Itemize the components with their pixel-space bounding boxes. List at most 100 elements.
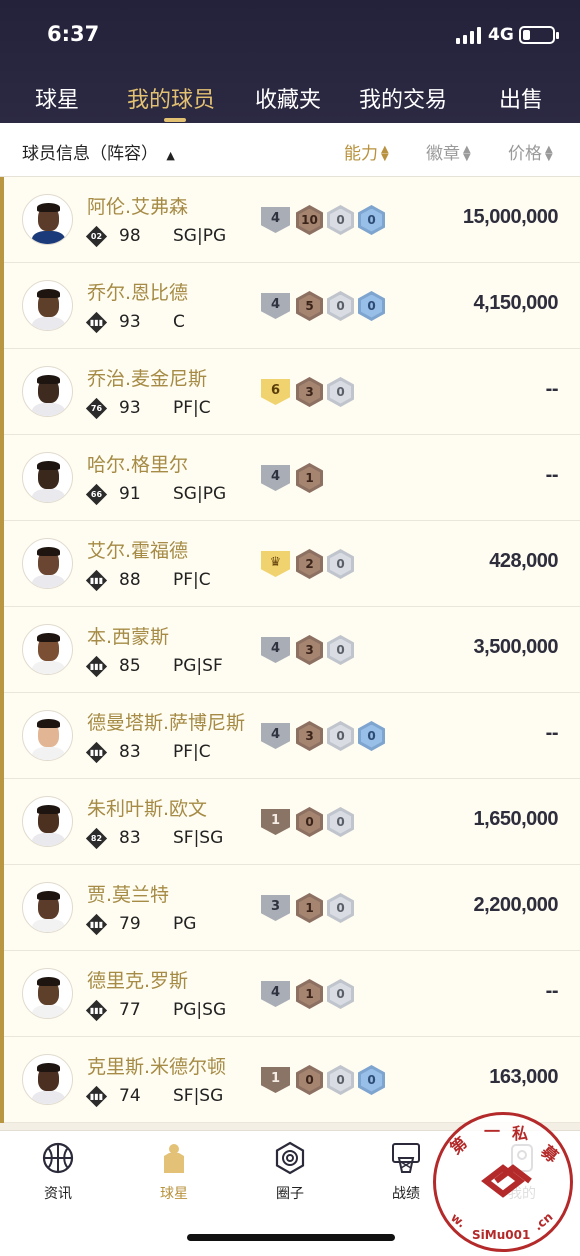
row-accent-bar [0, 865, 4, 951]
tab-my-trades[interactable]: 我的交易 [359, 82, 447, 114]
svg-text:.cn: .cn [531, 1210, 555, 1234]
badge-hex: 0 [327, 807, 354, 837]
player-row[interactable]: 艾尔.霍福德 ▮▮▮ 88 PF|C ♛ 2 0 428,000 [0, 521, 580, 607]
player-row[interactable]: 哈尔.格里尔 66 91 SG|PG 4 1 -- [0, 435, 580, 521]
svg-text:私: 私 [512, 1124, 528, 1143]
player-price: 3,500,000 [473, 636, 559, 658]
tab-favorites[interactable]: 收藏夹 [255, 82, 321, 114]
lineup-filter-dropdown[interactable]: 球员信息（阵容） ▲ [22, 139, 175, 164]
sort-price-label: 价格 [508, 144, 542, 164]
nav-stars[interactable]: 球星 [134, 1141, 214, 1203]
player-price: 15,000,000 [462, 206, 559, 228]
jersey-number-tag: 66 [90, 490, 103, 499]
player-name: 朱利叶斯.欧文 [87, 798, 208, 820]
player-row[interactable]: 德里克.罗斯 ▮▮▮ 77 PG|SG 4 1 0 -- [0, 951, 580, 1037]
player-name: 哈尔.格里尔 [87, 454, 189, 476]
nav-news[interactable]: 资讯 [18, 1141, 98, 1203]
badge-hex: 0 [358, 205, 385, 235]
player-price: -- [545, 980, 559, 1002]
player-rating: 98 [119, 226, 141, 246]
player-name: 德曼塔斯.萨博尼斯 [87, 712, 246, 734]
player-avatar [22, 968, 73, 1019]
tab-sell[interactable]: 出售 [499, 82, 543, 114]
player-position: SF|SG [173, 828, 224, 848]
player-avatar [22, 452, 73, 503]
player-price: 1,650,000 [473, 808, 559, 830]
level-badge: 1 [261, 809, 290, 835]
player-row[interactable]: 克里斯.米德尔顿 ▮▮▮ 74 SF|SG 1 0 0 0 163,000 [0, 1037, 580, 1123]
level-badge: 4 [261, 207, 290, 233]
player-rating: 91 [119, 484, 141, 504]
tab-stars[interactable]: 球星 [35, 82, 79, 114]
battery-icon [519, 26, 559, 44]
player-rating: 93 [119, 312, 141, 332]
row-accent-bar [0, 349, 4, 435]
player-rating: 83 [119, 828, 141, 848]
player-price: 2,200,000 [473, 894, 559, 916]
player-position: PF|C [173, 742, 211, 762]
player-name: 本.西蒙斯 [87, 626, 170, 648]
badge-hex: 0 [327, 377, 354, 407]
player-name: 阿伦.艾弗森 [87, 196, 189, 218]
player-row[interactable]: 德曼塔斯.萨博尼斯 ▮▮▮ 83 PF|C 4 3 0 0 -- [0, 693, 580, 779]
app-header: 6:37 4G 球星 我的球员 收藏夹 我的交易 出售 [0, 0, 580, 123]
player-price: 428,000 [489, 550, 558, 572]
row-accent-bar [0, 1037, 4, 1123]
player-name: 贾.莫兰特 [87, 884, 170, 906]
level-badge: 4 [261, 465, 290, 491]
player-position: PG|SF [173, 656, 223, 676]
badge-hex: 1 [296, 463, 323, 493]
sort-arrows-icon: ▲ ▼ [463, 144, 471, 163]
player-rating: 88 [119, 570, 141, 590]
signal-icon [456, 27, 481, 44]
player-jersey-icon [157, 1141, 191, 1175]
player-row[interactable]: 本.西蒙斯 ▮▮▮ 85 PG|SF 4 3 0 3,500,000 [0, 607, 580, 693]
row-accent-bar [0, 951, 4, 1037]
sort-ability[interactable]: 能力 ▲ ▼ [344, 139, 389, 164]
watermark-seal: 第 一 私 募 w. SiMu001 .cn [433, 1112, 573, 1252]
sort-arrows-icon: ▲ ▼ [545, 144, 553, 163]
bars-icon: ▮▮▮ [89, 576, 104, 585]
player-row[interactable]: 乔治.麦金尼斯 76 93 PF|C 6 3 0 -- [0, 349, 580, 435]
badge-hex: 0 [327, 893, 354, 923]
player-avatar [22, 710, 73, 761]
svg-text:募: 募 [537, 1141, 563, 1167]
svg-text:一: 一 [484, 1122, 500, 1141]
player-name: 德里克.罗斯 [87, 970, 189, 992]
sort-price[interactable]: 价格 ▲ ▼ [508, 139, 553, 164]
player-name: 乔尔.恩比德 [87, 282, 189, 304]
jersey-number-tag: 02 [90, 232, 103, 241]
tab-my-players[interactable]: 我的球员 [127, 82, 215, 114]
badge-hex: 0 [327, 721, 354, 751]
level-badge: 4 [261, 723, 290, 749]
nav-stars-label: 球星 [160, 1186, 188, 1202]
player-rating: 77 [119, 1000, 141, 1020]
nav-community[interactable]: 圈子 [250, 1141, 330, 1203]
player-row[interactable]: 贾.莫兰特 ▮▮▮ 79 PG 3 1 0 2,200,000 [0, 865, 580, 951]
badge-hex: 0 [296, 807, 323, 837]
badge-hex: 10 [296, 205, 323, 235]
player-row[interactable]: 阿伦.艾弗森 02 98 SG|PG 4 10 0 0 15,000,000 [0, 177, 580, 263]
player-avatar [22, 796, 73, 847]
active-tab-indicator [164, 118, 186, 122]
jersey-number-tag: 76 [90, 404, 103, 413]
badge-hex: 0 [358, 721, 385, 751]
filter-bar: 球员信息（阵容） ▲ 能力 ▲ ▼ 徽章 ▲ ▼ 价格 ▲ ▼ [0, 123, 580, 177]
svg-text:SiMu001: SiMu001 [472, 1228, 530, 1242]
level-badge: 6 [261, 379, 290, 405]
badge-hex: 3 [296, 377, 323, 407]
player-position: SG|PG [173, 226, 227, 246]
player-row[interactable]: 朱利叶斯.欧文 82 83 SF|SG 1 0 0 1,650,000 [0, 779, 580, 865]
player-position: PF|C [173, 570, 211, 590]
player-position: SG|PG [173, 484, 227, 504]
player-avatar [22, 366, 73, 417]
badge-hex: 0 [327, 635, 354, 665]
nav-community-label: 圈子 [276, 1186, 304, 1202]
level-badge: 3 [261, 895, 290, 921]
network-label: 4G [488, 25, 514, 45]
status-bar: 6:37 4G [0, 0, 580, 70]
player-row[interactable]: 乔尔.恩比德 ▮▮▮ 93 C 4 5 0 0 4,150,000 [0, 263, 580, 349]
player-price: 4,150,000 [473, 292, 559, 314]
sort-badge[interactable]: 徽章 ▲ ▼ [426, 139, 471, 164]
sort-arrows-icon: ▲ ▼ [381, 144, 389, 163]
